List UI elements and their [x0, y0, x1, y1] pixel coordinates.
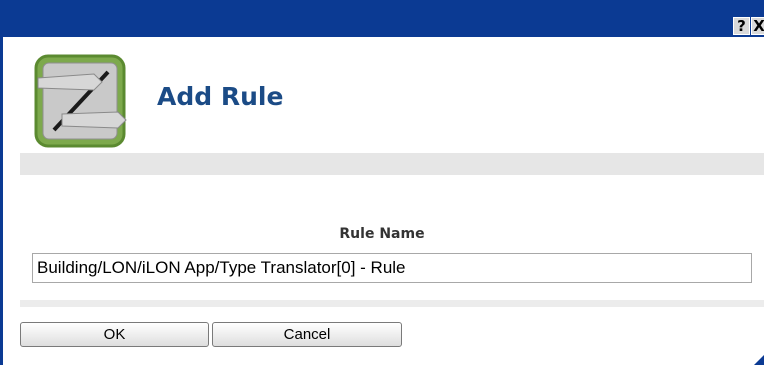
rule-name-input[interactable] — [32, 253, 752, 283]
resize-grip[interactable] — [754, 355, 764, 365]
ok-button[interactable]: OK — [20, 322, 209, 347]
window-frame-left — [0, 37, 3, 365]
cancel-button[interactable]: Cancel — [212, 322, 402, 347]
rule-diagonal-icon — [34, 54, 127, 148]
help-button[interactable]: ? — [733, 17, 750, 35]
window-titlebar: ? X — [0, 0, 764, 37]
rule-name-label: Rule Name — [339, 226, 425, 242]
footer-divider — [20, 300, 764, 307]
close-button[interactable]: X — [751, 17, 764, 35]
dialog-title: Add Rule — [157, 82, 284, 111]
header-divider-band — [20, 153, 764, 175]
